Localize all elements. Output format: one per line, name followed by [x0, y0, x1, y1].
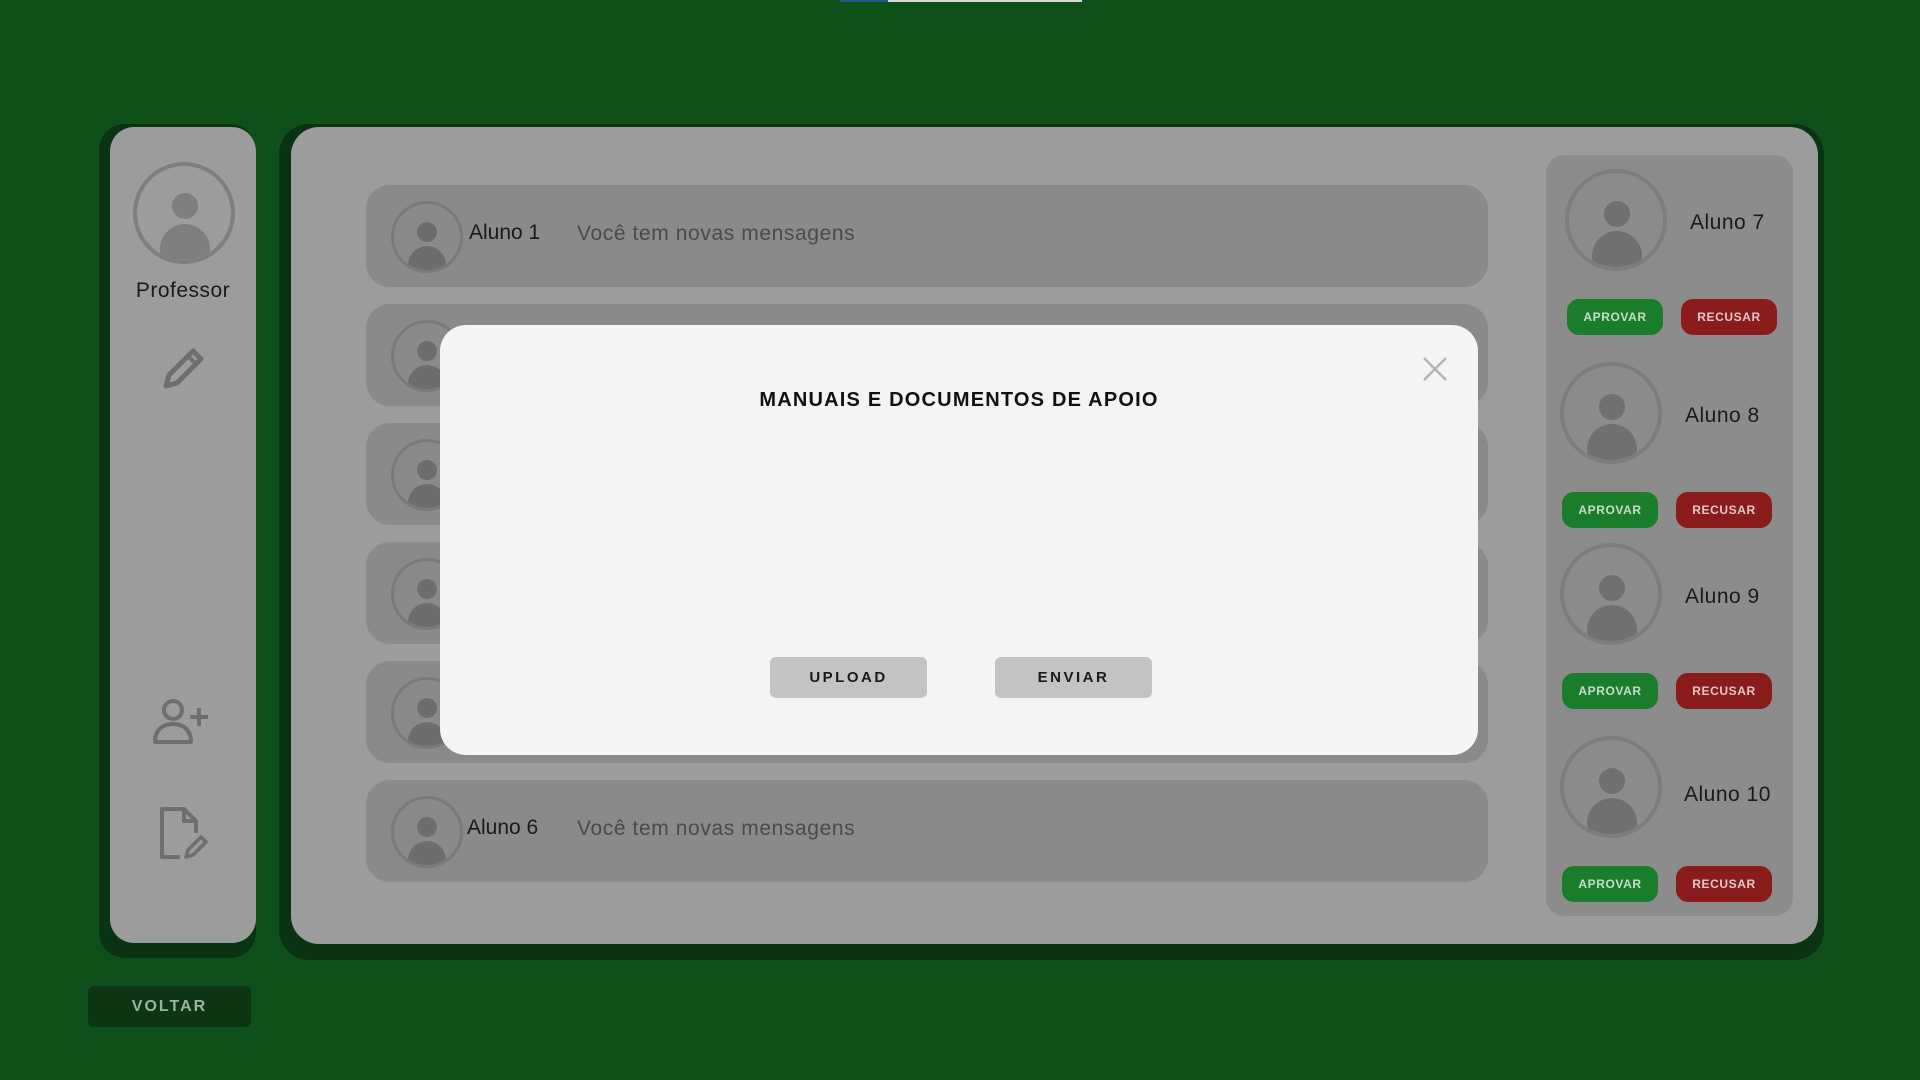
avatar-body — [1587, 605, 1637, 641]
add-user-icon[interactable] — [151, 698, 211, 751]
avatar-head — [417, 460, 437, 480]
message-preview: Você tem novas mensagens — [577, 817, 856, 840]
documents-modal: MANUAIS E DOCUMENTOS DE APOIO UPLOAD ENV… — [440, 325, 1478, 755]
avatar-body — [1587, 798, 1637, 834]
avatar-body — [160, 224, 210, 260]
student-name: Aluno 1 — [469, 221, 541, 244]
reject-button[interactable]: RECUSAR — [1676, 673, 1772, 709]
request-student-name: Aluno 9 — [1685, 585, 1760, 608]
avatar-body — [408, 841, 446, 865]
professor-avatar[interactable] — [133, 162, 235, 264]
reject-button[interactable]: RECUSAR — [1676, 866, 1772, 902]
student-avatar — [1560, 736, 1662, 838]
avatar-head — [417, 222, 437, 242]
approve-button[interactable]: APROVAR — [1562, 673, 1658, 709]
edit-pencil-icon[interactable] — [158, 342, 210, 399]
approve-button[interactable]: APROVAR — [1567, 299, 1663, 335]
request-student-name: Aluno 7 — [1690, 211, 1765, 234]
avatar-body — [1592, 231, 1642, 267]
request-student-name: Aluno 8 — [1685, 404, 1760, 427]
reject-button[interactable]: RECUSAR — [1681, 299, 1777, 335]
student-avatar — [1560, 362, 1662, 464]
reject-button[interactable]: RECUSAR — [1676, 492, 1772, 528]
approve-button[interactable]: APROVAR — [1562, 492, 1658, 528]
avatar-head — [1599, 575, 1625, 601]
upload-button[interactable]: UPLOAD — [770, 657, 927, 698]
top-progress-accent — [840, 0, 888, 2]
send-button[interactable]: ENVIAR — [995, 657, 1152, 698]
avatar-head — [1599, 394, 1625, 420]
avatar-head — [1599, 768, 1625, 794]
close-icon[interactable] — [1419, 353, 1451, 385]
approve-button[interactable]: APROVAR — [1562, 866, 1658, 902]
student-avatar — [1560, 543, 1662, 645]
avatar-head — [417, 817, 437, 837]
avatar-body — [408, 246, 446, 270]
avatar-head — [417, 698, 437, 718]
avatar-head — [417, 341, 437, 361]
sidebar: Professor — [110, 127, 256, 943]
avatar-body — [1587, 424, 1637, 460]
back-button[interactable]: VOLTAR — [88, 986, 251, 1027]
student-avatar — [1565, 169, 1667, 271]
avatar-head — [1604, 201, 1630, 227]
document-edit-icon[interactable] — [156, 805, 208, 868]
student-avatar — [391, 796, 463, 868]
message-row[interactable]: Aluno 6 Você tem novas mensagens — [366, 780, 1488, 882]
message-row[interactable]: Aluno 1 Você tem novas mensagens — [366, 185, 1488, 287]
student-name: Aluno 6 — [467, 816, 539, 839]
requests-panel: Aluno 7 APROVAR RECUSAR Aluno 8 APROVAR … — [1546, 155, 1793, 916]
modal-title: MANUAIS E DOCUMENTOS DE APOIO — [759, 389, 1159, 411]
student-avatar — [391, 201, 463, 273]
avatar-head — [172, 193, 198, 219]
profile-name: Professor — [135, 279, 231, 302]
message-preview: Você tem novas mensagens — [577, 222, 856, 245]
avatar-head — [417, 579, 437, 599]
request-student-name: Aluno 10 — [1684, 783, 1771, 806]
